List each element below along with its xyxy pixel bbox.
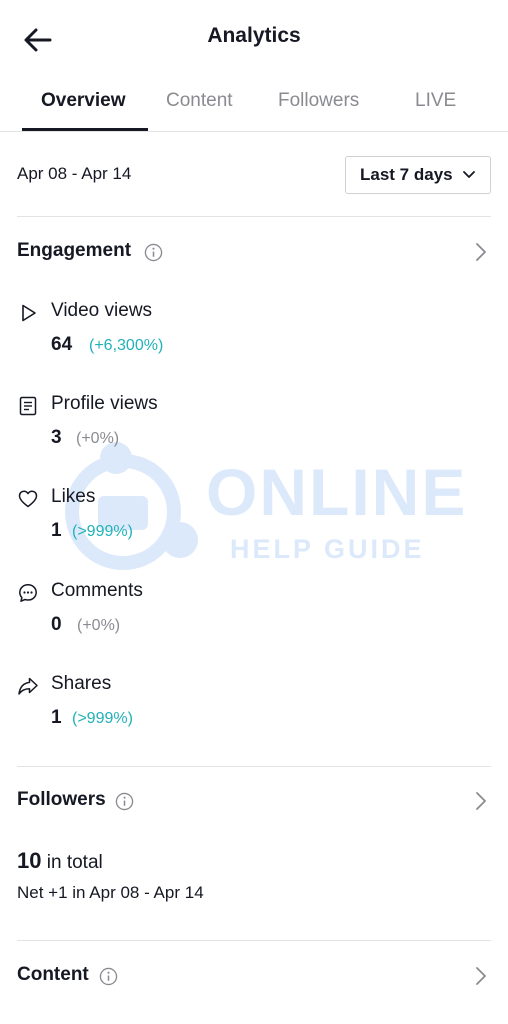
metric-value: 1 — [51, 707, 62, 728]
metric-video-views: Video views 64 (+6,300%) — [17, 300, 317, 360]
followers-title: Followers — [17, 789, 106, 810]
metric-value: 3 — [51, 427, 62, 448]
followers-total: 10 in total — [17, 848, 103, 874]
divider — [17, 766, 491, 767]
chevron-down-icon — [463, 171, 475, 178]
page-title: Analytics — [207, 24, 301, 47]
divider — [17, 940, 491, 941]
date-row: Apr 08 - Apr 14 Last 7 days — [17, 156, 491, 194]
comment-icon — [19, 584, 37, 602]
share-icon — [18, 677, 38, 695]
profile-doc-icon — [19, 396, 37, 416]
metric-change: (>999%) — [72, 710, 133, 727]
content-section-header[interactable]: Content — [17, 960, 491, 992]
chevron-right-icon — [476, 967, 486, 985]
chevron-right-icon — [476, 243, 486, 261]
followers-section-header[interactable]: Followers — [17, 785, 491, 817]
info-icon[interactable] — [115, 792, 134, 811]
followers-total-suffix: in total — [46, 852, 103, 873]
followers-net: Net +1 in Apr 08 - Apr 14 — [17, 883, 204, 902]
period-dropdown[interactable]: Last 7 days — [345, 156, 491, 194]
metric-change: (+6,300%) — [89, 337, 164, 354]
play-icon — [22, 304, 36, 322]
metric-likes: Likes 1 (>999%) — [17, 486, 317, 546]
date-range: Apr 08 - Apr 14 — [17, 164, 132, 183]
period-label: Last 7 days — [360, 165, 453, 184]
tab-content[interactable]: Content — [166, 90, 233, 112]
followers-total-value: 10 — [17, 848, 42, 873]
metric-value: 0 — [51, 614, 62, 635]
tab-overview[interactable]: Overview — [41, 90, 126, 112]
engagement-title: Engagement — [17, 240, 132, 261]
metric-change: (+0%) — [76, 430, 120, 447]
metric-profile-views: Profile views 3 (+0%) — [17, 393, 317, 453]
metric-value: 1 — [51, 520, 62, 541]
info-icon[interactable] — [99, 967, 118, 986]
metric-label: Video views — [51, 300, 153, 321]
metric-shares: Shares 1 (>999%) — [17, 673, 317, 733]
metric-label: Comments — [51, 580, 143, 601]
info-icon[interactable] — [144, 243, 163, 262]
chevron-right-icon — [476, 792, 486, 810]
content-title: Content — [17, 964, 89, 985]
active-tab-indicator — [22, 128, 148, 131]
divider — [17, 216, 491, 217]
heart-icon — [18, 490, 38, 508]
engagement-section-header[interactable]: Engagement — [17, 236, 491, 268]
tab-live[interactable]: LIVE — [415, 90, 456, 112]
metric-label: Profile views — [51, 393, 158, 414]
metric-change: (+0%) — [77, 617, 121, 634]
metric-comments: Comments 0 (+0%) — [17, 580, 317, 640]
tab-bar: Overview Content Followers LIVE — [0, 76, 508, 132]
metric-label: Likes — [51, 486, 96, 507]
metric-change: (>999%) — [72, 523, 133, 540]
metric-value: 64 — [51, 334, 73, 355]
metric-label: Shares — [51, 673, 112, 694]
header: Analytics — [0, 0, 508, 76]
tab-followers[interactable]: Followers — [278, 90, 359, 112]
